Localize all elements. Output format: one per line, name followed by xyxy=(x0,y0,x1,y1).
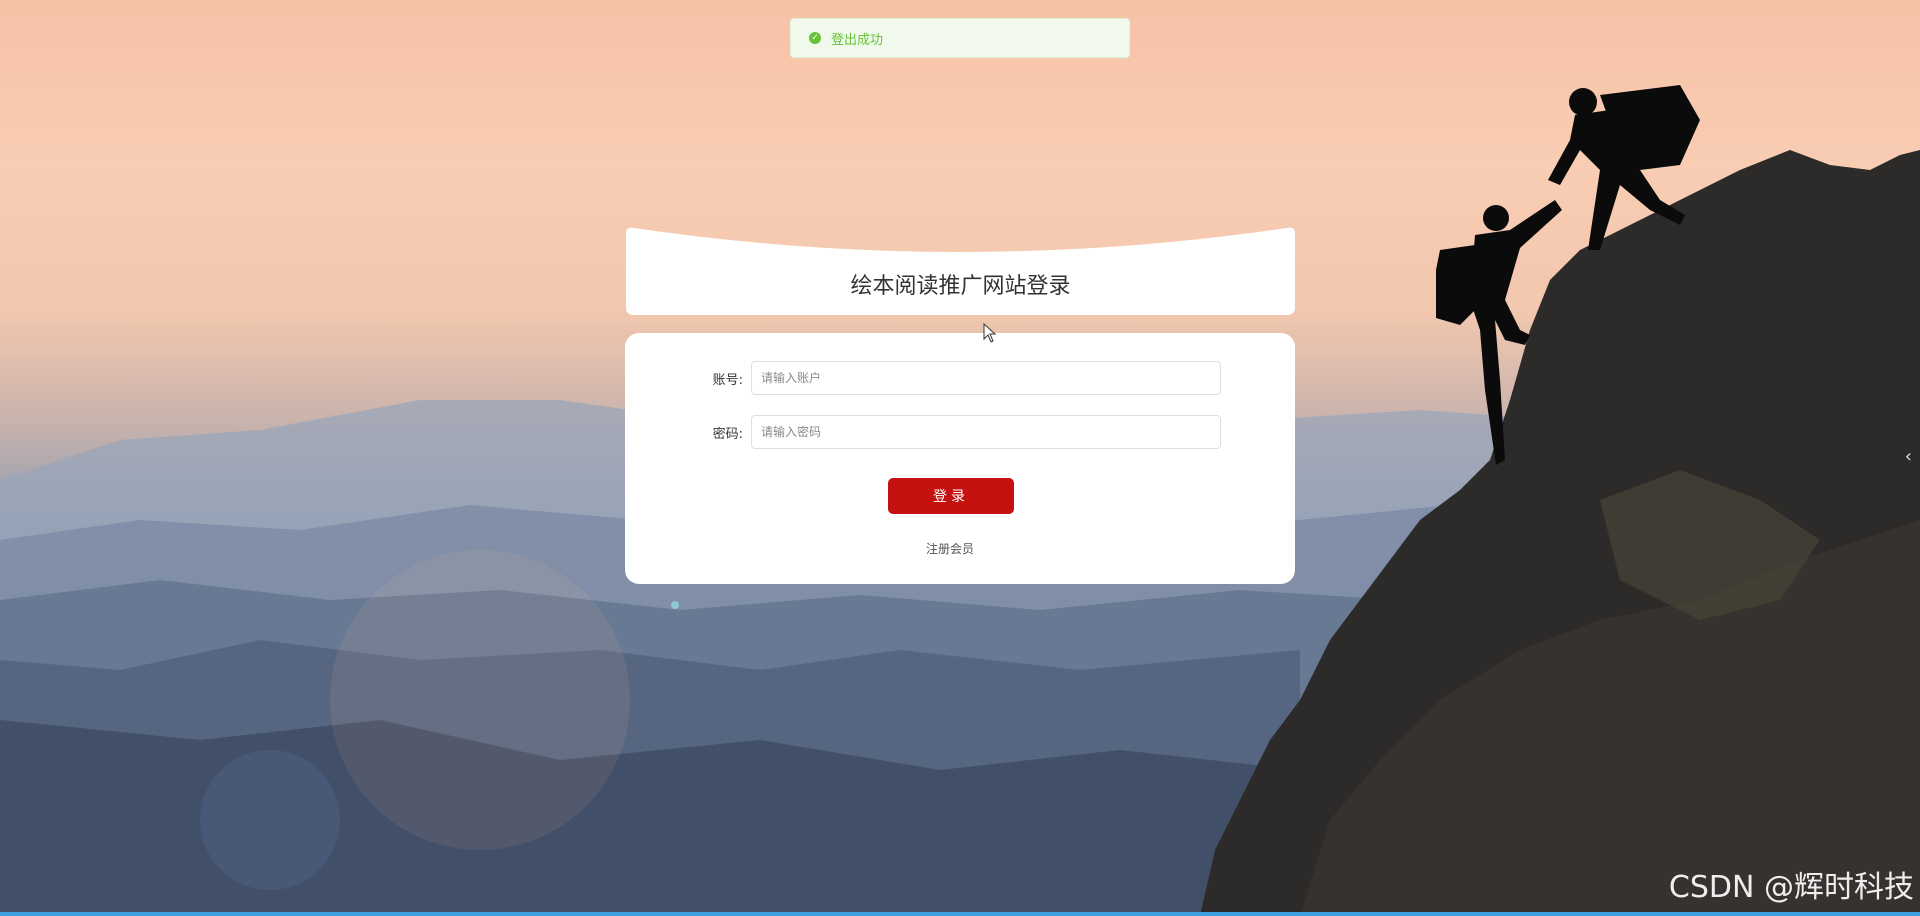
account-label: 账号: xyxy=(712,373,743,388)
watermark: CSDN @辉时科技 xyxy=(1668,870,1914,905)
login-form: 账号: 密码: 登录 注册会员 xyxy=(625,333,1295,584)
password-label: 密码: xyxy=(712,427,743,442)
password-row: 密码: xyxy=(625,415,1295,451)
mouse-cursor-icon xyxy=(983,323,997,343)
login-page: ✓ 登出成功 绘本阅读推广网站登录 账号: 密码: 登录 注册会员 ‹ CSDN… xyxy=(0,0,1920,916)
check-circle-icon: ✓ xyxy=(809,32,821,44)
chevron-left-icon[interactable]: ‹ xyxy=(1905,446,1912,467)
login-button[interactable]: 登录 xyxy=(888,478,1014,514)
account-input[interactable] xyxy=(751,361,1221,395)
success-toast: ✓ 登出成功 xyxy=(790,18,1130,58)
bottom-progress-bar xyxy=(0,912,1920,916)
login-title-card: 绘本阅读推广网站登录 xyxy=(626,226,1295,315)
account-row: 账号: xyxy=(625,361,1295,397)
toast-message: 登出成功 xyxy=(831,32,884,48)
register-link[interactable]: 注册会员 xyxy=(625,540,1275,557)
password-input[interactable] xyxy=(751,415,1221,449)
page-title: 绘本阅读推广网站登录 xyxy=(850,274,1071,299)
